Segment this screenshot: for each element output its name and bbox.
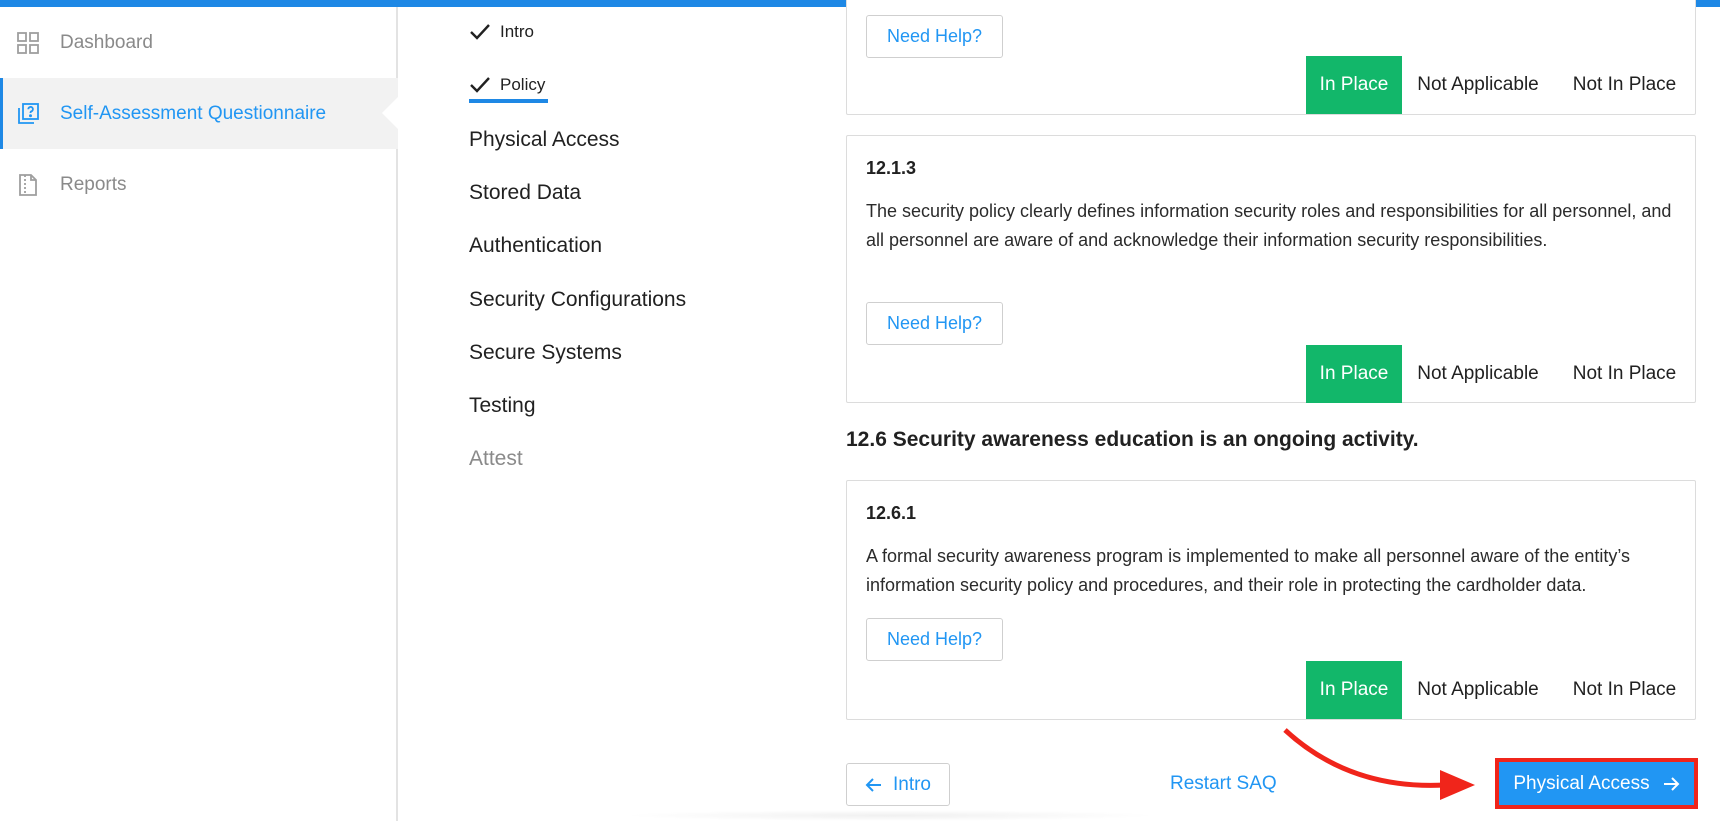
step-secure-systems[interactable]: Secure Systems bbox=[469, 341, 622, 365]
need-help-button[interactable]: Need Help? bbox=[866, 302, 1003, 345]
step-security-configurations[interactable]: Security Configurations bbox=[469, 288, 686, 312]
sidebar-item-label: Dashboard bbox=[60, 31, 153, 53]
restart-saq-link[interactable]: Restart SAQ bbox=[1170, 773, 1277, 795]
question-card: Need Help? In Place Not Applicable Not I… bbox=[846, 0, 1696, 115]
answer-options: In Place Not Applicable Not In Place bbox=[1306, 345, 1695, 403]
checkmark-icon bbox=[470, 24, 490, 40]
sidebar: Dashboard Self-Assessment Questionnaire … bbox=[0, 7, 398, 821]
answer-options: In Place Not Applicable Not In Place bbox=[1306, 56, 1695, 114]
active-item-notch bbox=[382, 97, 398, 129]
grid-icon bbox=[16, 31, 40, 55]
report-icon bbox=[16, 173, 40, 197]
step-policy[interactable]: Policy bbox=[469, 75, 545, 95]
scroll-shadow bbox=[620, 810, 1160, 821]
previous-step-button[interactable]: Intro bbox=[846, 763, 950, 806]
not-in-place-option[interactable]: Not In Place bbox=[1554, 56, 1695, 114]
question-card: 12.6.1 A formal security awareness progr… bbox=[846, 480, 1696, 720]
answer-options: In Place Not Applicable Not In Place bbox=[1306, 661, 1695, 719]
in-place-option[interactable]: In Place bbox=[1306, 661, 1402, 719]
need-help-button[interactable]: Need Help? bbox=[866, 15, 1003, 58]
sidebar-item-label: Reports bbox=[60, 173, 127, 195]
step-testing[interactable]: Testing bbox=[469, 394, 536, 418]
step-label: Policy bbox=[500, 75, 546, 94]
current-step-indicator bbox=[469, 99, 548, 103]
step-stored-data[interactable]: Stored Data bbox=[469, 181, 581, 205]
question-text: A formal security awareness program is i… bbox=[866, 546, 1631, 595]
next-step-label: Physical Access bbox=[1513, 772, 1650, 794]
in-place-option[interactable]: In Place bbox=[1306, 56, 1402, 114]
arrow-right-icon bbox=[1663, 776, 1680, 791]
need-help-button[interactable]: Need Help? bbox=[866, 618, 1003, 661]
question-text: The security policy clearly defines info… bbox=[866, 201, 1672, 250]
not-applicable-option[interactable]: Not Applicable bbox=[1402, 345, 1554, 403]
section-heading: 12.6 Security awareness education is an … bbox=[846, 428, 1419, 451]
not-in-place-option[interactable]: Not In Place bbox=[1554, 345, 1695, 403]
step-authentication[interactable]: Authentication bbox=[469, 234, 602, 258]
step-physical-access[interactable]: Physical Access bbox=[469, 128, 620, 152]
sidebar-item-dashboard[interactable]: Dashboard bbox=[0, 7, 398, 78]
sidebar-item-reports[interactable]: Reports bbox=[0, 149, 398, 220]
not-in-place-option[interactable]: Not In Place bbox=[1554, 661, 1695, 719]
sidebar-item-saq[interactable]: Self-Assessment Questionnaire bbox=[0, 78, 398, 149]
not-applicable-option[interactable]: Not Applicable bbox=[1402, 661, 1554, 719]
in-place-option[interactable]: In Place bbox=[1306, 345, 1402, 403]
checkmark-icon bbox=[470, 77, 490, 93]
sidebar-item-label: Self-Assessment Questionnaire bbox=[60, 102, 327, 124]
question-card: 12.1.3 The security policy clearly defin… bbox=[846, 135, 1696, 403]
step-label: Intro bbox=[500, 22, 535, 41]
step-attest[interactable]: Attest bbox=[469, 447, 523, 471]
step-intro[interactable]: Intro bbox=[469, 22, 534, 42]
arrow-left-icon bbox=[865, 777, 881, 792]
previous-step-label: Intro bbox=[892, 773, 932, 795]
questionnaire-icon bbox=[16, 102, 40, 126]
not-applicable-option[interactable]: Not Applicable bbox=[1402, 56, 1554, 114]
annotation-arrow-icon bbox=[1283, 728, 1475, 800]
question-id: 12.1.3 bbox=[866, 158, 917, 178]
next-step-button[interactable]: Physical Access bbox=[1495, 758, 1698, 809]
question-id: 12.6.1 bbox=[866, 503, 917, 523]
